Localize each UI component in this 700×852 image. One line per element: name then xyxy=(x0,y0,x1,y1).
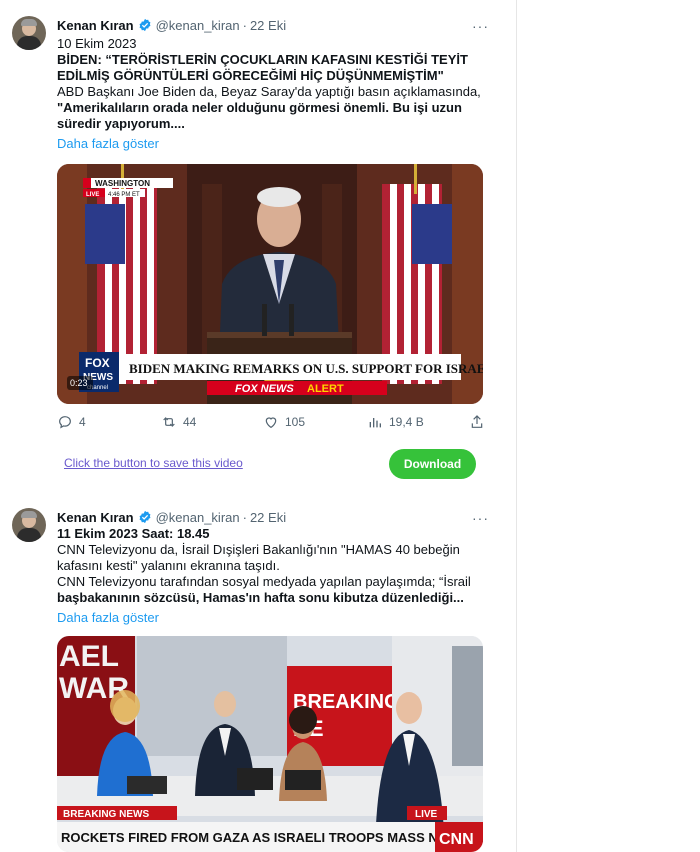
video-timestamp: 0:23 xyxy=(70,378,88,388)
video-frame: AEL WAR BREAKING NE xyxy=(57,636,483,852)
show-more-link[interactable]: Daha fazla göster xyxy=(57,610,159,625)
like-count: 105 xyxy=(285,415,306,429)
author-name[interactable]: Kenan Kıran xyxy=(57,18,134,33)
tweet-video[interactable]: AEL WAR BREAKING NE xyxy=(57,636,483,852)
retweet-count: 44 xyxy=(183,415,197,429)
more-options-icon[interactable]: ··· xyxy=(472,18,489,34)
heart-icon xyxy=(265,417,277,429)
show-more-link[interactable]: Daha fazla göster xyxy=(57,136,159,151)
live-tag: LIVE xyxy=(86,192,99,198)
separator: · xyxy=(242,509,247,525)
author-handle[interactable]: @kenan_kiran xyxy=(156,510,240,525)
tweet-header: Kenan Kıran @kenan_kiran · 22 Eki xyxy=(57,508,286,526)
tweet-date[interactable]: 22 Eki xyxy=(250,510,286,525)
tweet-text: 11 Ekim 2023 Saat: 18.45 CNN Televizyonu… xyxy=(57,526,487,606)
text-line: BİDEN: “TERÖRİSTLERİN ÇOCUKLARIN KAFASIN… xyxy=(57,52,468,67)
text-line: başbakanının sözcüsü, Hamas'ın hafta son… xyxy=(57,590,464,605)
views-button[interactable]: 19,4 B xyxy=(367,414,424,430)
text-line: kafasını kesti" yalanını ekranına taşıdı… xyxy=(57,558,280,573)
retweet-button[interactable]: 44 xyxy=(161,414,196,430)
alert-word: ALERT xyxy=(307,383,344,395)
text-line: EDİLMİŞ GÖRÜNTÜLERİ GÖRECEĞİMİ HİÇ DÜŞÜN… xyxy=(57,68,444,83)
reply-icon xyxy=(59,416,71,429)
text-line: "Amerikalıların orada neler olduğunu gör… xyxy=(57,100,462,115)
video-frame: WASHINGTON LIVE 4:46 PM ET BIDEN MAKING … xyxy=(57,164,483,404)
text-line: CNN Televizyonu tarafından sosyal medyad… xyxy=(57,574,471,589)
chyron-headline: BIDEN MAKING REMARKS ON U.S. SUPPORT FOR… xyxy=(129,361,483,376)
location-label: WASHINGTON xyxy=(95,179,150,188)
wall-left-top: AEL xyxy=(59,640,119,673)
live-tag: LIVE xyxy=(415,809,438,820)
text-line: ABD Başkanı Joe Biden da, Beyaz Saray'da… xyxy=(57,84,481,99)
save-video-link[interactable]: Click the button to save this video xyxy=(64,456,243,470)
tweet-video[interactable]: WASHINGTON LIVE 4:46 PM ET BIDEN MAKING … xyxy=(57,164,483,404)
tweet-text: 10 Ekim 2023 BİDEN: “TERÖRİSTLERİN ÇOCUK… xyxy=(57,36,487,132)
chyron-headline: ROCKETS FIRED FROM GAZA AS ISRAELI TROOP… xyxy=(61,830,483,845)
cnn-logo: CNN xyxy=(439,831,474,848)
verified-badge-icon xyxy=(139,510,151,524)
avatar[interactable] xyxy=(12,508,46,542)
analytics-icon xyxy=(369,418,381,428)
author-handle[interactable]: @kenan_kiran xyxy=(156,18,240,33)
breaking-news-tag: BREAKING NEWS xyxy=(63,809,149,820)
tweet-actions: 4 44 105 19,4 B xyxy=(57,414,487,434)
tweet-header: Kenan Kıran @kenan_kiran · 22 Eki xyxy=(57,16,286,34)
tweet-date[interactable]: 22 Eki xyxy=(250,18,286,33)
text-line: CNN Televizyonu da, İsrail Dışişleri Bak… xyxy=(57,542,460,557)
like-button[interactable]: 105 xyxy=(263,414,305,430)
verified-badge-icon xyxy=(139,18,151,32)
share-icon xyxy=(471,415,483,428)
reply-count: 4 xyxy=(79,415,86,429)
alert-brand: FOX NEWS xyxy=(235,383,294,395)
more-options-icon[interactable]: ··· xyxy=(472,510,489,526)
download-button[interactable]: Download xyxy=(389,449,476,479)
author-name[interactable]: Kenan Kıran xyxy=(57,510,134,525)
avatar[interactable] xyxy=(12,16,46,50)
text-line: süredir yapıyorum.... xyxy=(57,116,185,131)
retweet-icon xyxy=(163,417,175,427)
view-count: 19,4 B xyxy=(389,415,424,429)
share-button[interactable] xyxy=(469,414,491,430)
reply-button[interactable]: 4 xyxy=(57,414,86,430)
separator: · xyxy=(242,17,247,33)
text-line: 11 Ekim 2023 Saat: 18.45 xyxy=(57,526,210,541)
text-line: 10 Ekim 2023 xyxy=(57,36,137,51)
fox-logo-top: FOX xyxy=(85,356,110,370)
broadcast-time: 4:46 PM ET xyxy=(108,192,140,198)
